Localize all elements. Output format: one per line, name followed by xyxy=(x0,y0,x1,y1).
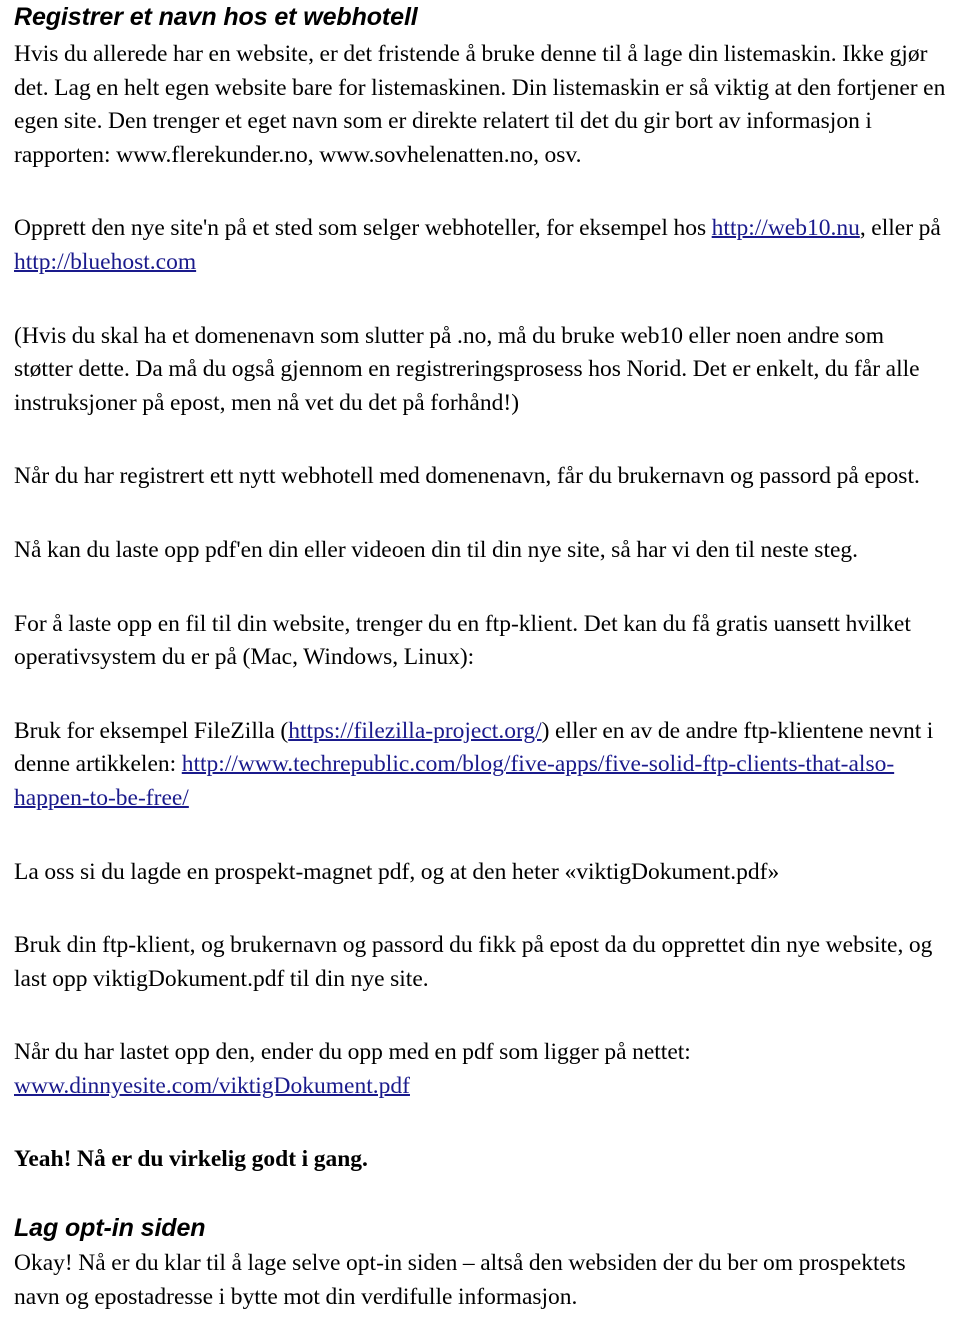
paragraph-intro: Hvis du allerede har en website, er det … xyxy=(14,41,946,168)
section-heading-opt-in: Lag opt-in siden xyxy=(14,1214,206,1243)
paragraph-parenthetical: (Hvis du skal ha et domenenavn som slutt… xyxy=(14,322,920,416)
link-filezilla[interactable]: https://filezilla-project.org/ xyxy=(288,718,541,744)
link-dinnyesite[interactable]: www.dinnyesite.com/viktigDokument.pdf xyxy=(14,1073,410,1099)
paragraph-okay: Okay! Nå er du klar til å lage selve opt… xyxy=(14,1250,906,1310)
paragraph-prospekt-magnet: La oss si du lagde en prospekt-magnet pd… xyxy=(14,858,780,885)
opprett-text-prefix: Opprett den nye site'n på et sted som se… xyxy=(14,215,712,242)
link-web10[interactable]: http://web10.nu xyxy=(712,215,860,241)
opprett-text-middle: , eller på xyxy=(859,215,941,242)
paragraph-lastet-opp: Når du har lastet opp den, ender du opp … xyxy=(14,1036,946,1103)
paragraph-laste-opp: Nå kan du laste opp pdf'en din eller vid… xyxy=(14,536,859,563)
paragraph-registrert: Når du har registrert ett nytt webhotell… xyxy=(14,463,920,490)
paragraph-bruk-ftp: Bruk din ftp-klient, og brukernavn og pa… xyxy=(14,932,933,992)
paragraph-ftp-klient: For å laste opp en fil til din website, … xyxy=(14,610,911,671)
paragraph-yeah: Yeah! Nå er du virkelig godt i gang. xyxy=(14,1146,368,1173)
page-title: Registrer et navn hos et webhotell xyxy=(14,3,418,31)
paragraph-opprett: Opprett den nye site'n på et sted som se… xyxy=(14,212,946,279)
link-bluehost[interactable]: http://bluehost.com xyxy=(14,249,196,275)
lastet-opp-text: Når du har lastet opp den, ender du opp … xyxy=(14,1039,691,1066)
filezilla-text-prefix: Bruk for eksempel FileZilla ( xyxy=(14,717,289,744)
document-page: Registrer et navn hos et webhotell Hvis … xyxy=(0,0,960,1314)
paragraph-filezilla: Bruk for eksempel FileZilla (https://fil… xyxy=(14,715,946,816)
